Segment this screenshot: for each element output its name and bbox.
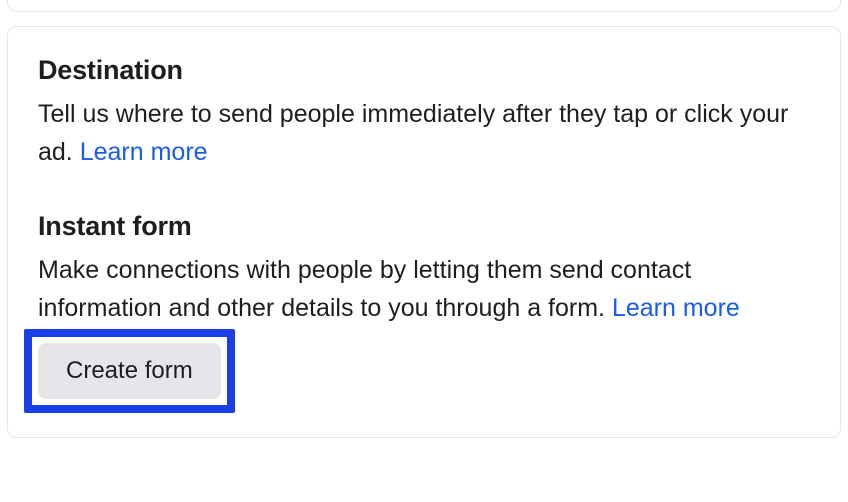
create-form-highlight: Create form xyxy=(24,329,235,413)
previous-card-stub xyxy=(7,0,841,12)
instant-form-description: Make connections with people by letting … xyxy=(38,252,810,327)
instant-form-section: Instant form Make connections with peopl… xyxy=(38,211,810,413)
destination-description: Tell us where to send people immediately… xyxy=(38,96,810,171)
instant-form-description-text: Make connections with people by letting … xyxy=(38,256,691,322)
destination-learn-more-link[interactable]: Learn more xyxy=(80,138,208,166)
instant-form-learn-more-link[interactable]: Learn more xyxy=(612,294,740,322)
destination-section: Destination Tell us where to send people… xyxy=(38,55,810,171)
destination-heading: Destination xyxy=(38,55,810,86)
create-form-button[interactable]: Create form xyxy=(38,343,221,399)
destination-card: Destination Tell us where to send people… xyxy=(7,26,841,438)
instant-form-heading: Instant form xyxy=(38,211,810,242)
